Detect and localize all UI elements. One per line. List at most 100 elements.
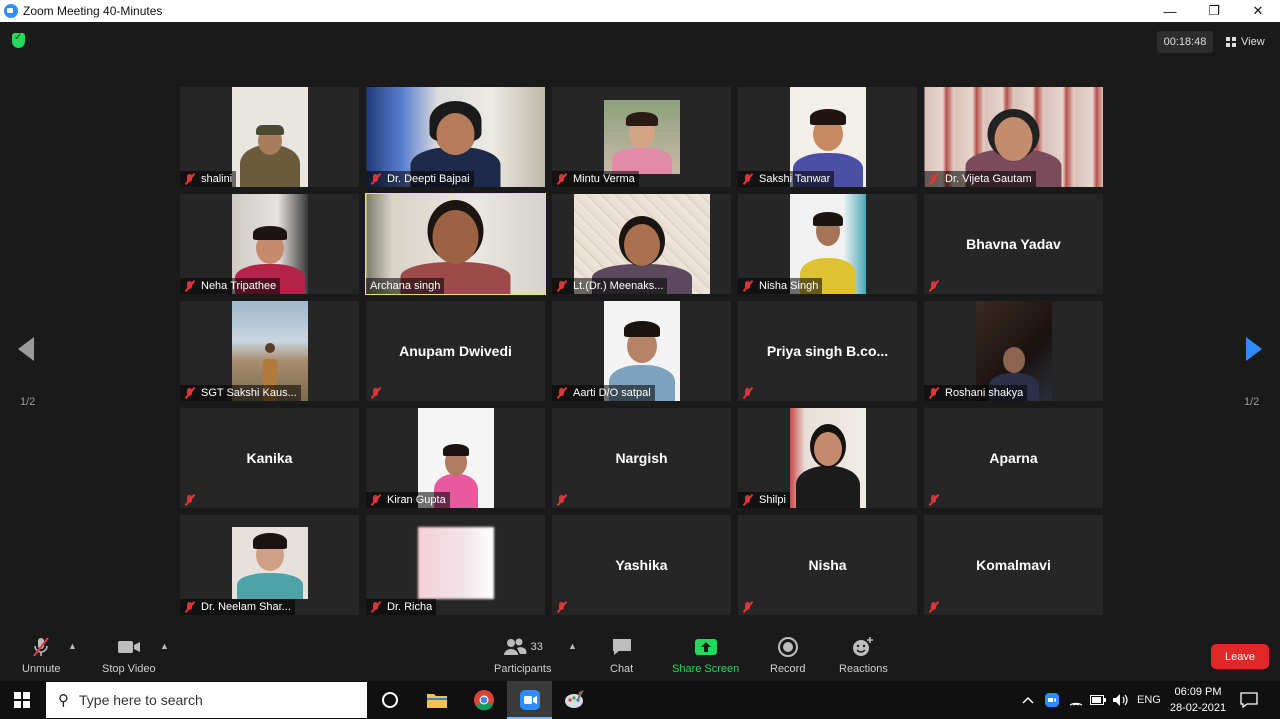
stop-video-label: Stop Video — [102, 663, 156, 675]
participant-tile[interactable]: shalini — [180, 87, 359, 187]
participant-namebar: Dr. Vijeta Gautam — [924, 171, 1036, 187]
participant-tile[interactable]: Nisha — [738, 515, 917, 615]
notifications-icon[interactable] — [1240, 681, 1258, 719]
security-shield-icon[interactable] — [12, 32, 25, 48]
participant-video — [789, 408, 866, 508]
participant-tile[interactable]: SGT Sakshi Kaus... — [180, 301, 359, 401]
participant-name-large: Nisha — [808, 557, 847, 573]
share-screen-icon — [694, 635, 718, 659]
reactions-button[interactable]: Reactions — [839, 635, 888, 675]
meeting-toolbar: Unmute ▲ Stop Video ▲ 33 Participants ▲ … — [0, 631, 1280, 681]
participant-video — [603, 100, 680, 174]
taskbar-search-box[interactable]: ⚲ Type here to search — [46, 682, 367, 718]
participant-namebar: Nisha Singh — [738, 278, 823, 294]
participant-name: Aarti D/O satpal — [573, 387, 651, 399]
participant-tile[interactable]: Bhavna Yadav — [924, 194, 1103, 294]
participant-namebar: Roshani shakya — [924, 385, 1028, 401]
file-explorer-icon[interactable] — [424, 687, 450, 713]
participant-name: Archana singh — [370, 280, 441, 292]
participant-tile-active-speaker[interactable]: Archana singh — [365, 193, 546, 295]
participant-namebar: Dr. Neelam Shar... — [180, 599, 295, 615]
zoom-app-icon — [4, 4, 18, 18]
participant-tile[interactable]: Dr. Richa — [366, 515, 545, 615]
close-button[interactable]: ✕ — [1236, 0, 1280, 22]
participant-tile[interactable]: Aparna — [924, 408, 1103, 508]
grid-view-icon — [1226, 37, 1236, 47]
volume-icon[interactable] — [1112, 681, 1128, 719]
view-label: View — [1241, 36, 1265, 48]
zoom-tray-icon[interactable] — [1045, 681, 1059, 719]
taskbar-clock[interactable]: 06:09 PM 28-02-2021 — [1166, 684, 1230, 716]
participant-namebar: Sakshi Tanwar — [738, 171, 835, 187]
participant-tile[interactable]: Mintu Verma — [552, 87, 731, 187]
participant-namebar: Aarti D/O satpal — [552, 385, 655, 401]
stop-video-button[interactable]: Stop Video — [102, 635, 156, 675]
view-button[interactable]: View — [1226, 31, 1265, 53]
participants-options-chevron-up-icon[interactable]: ▲ — [568, 641, 577, 651]
participant-tile[interactable]: Sakshi Tanwar — [738, 87, 917, 187]
record-icon — [777, 635, 799, 659]
participant-video — [231, 87, 308, 187]
chat-button[interactable]: Chat — [610, 635, 633, 675]
participant-namebar: SGT Sakshi Kaus... — [180, 385, 301, 401]
window-titlebar: Zoom Meeting 40-Minutes — ❐ ✕ — [0, 0, 1280, 22]
share-screen-label: Share Screen — [672, 663, 740, 675]
participants-button[interactable]: 33 Participants — [494, 635, 551, 675]
muted-mic-icon — [742, 173, 754, 185]
video-camera-icon — [116, 635, 142, 659]
participant-name: Roshani shakya — [945, 387, 1024, 399]
window-controls: — ❐ ✕ — [1148, 0, 1280, 22]
share-screen-button[interactable]: Share Screen — [672, 635, 739, 675]
participant-tile[interactable]: Aarti D/O satpal — [552, 301, 731, 401]
leave-button[interactable]: Leave — [1211, 644, 1269, 669]
participant-name: Shilpi — [759, 494, 786, 506]
participant-tile[interactable]: Anupam Dwivedi — [366, 301, 545, 401]
participant-tile[interactable]: Priya singh B.co... — [738, 301, 917, 401]
show-hidden-icons-chevron-icon[interactable] — [1022, 681, 1034, 719]
participant-tile[interactable]: Lt.(Dr.) Meenaks... — [552, 194, 731, 294]
participant-tile[interactable]: Kanika — [180, 408, 359, 508]
gallery-grid: shalini Dr. Deepti Bajpai Mintu Verma Sa… — [180, 87, 1103, 615]
participant-namebar — [180, 492, 205, 508]
participant-tile[interactable]: Roshani shakya — [924, 301, 1103, 401]
participant-name-large: Kanika — [246, 450, 293, 466]
participant-namebar — [738, 385, 763, 401]
input-language[interactable]: ENG — [1137, 681, 1161, 719]
paint-app-icon[interactable] — [562, 687, 588, 713]
participant-tile[interactable]: Nargish — [552, 408, 731, 508]
minimize-button[interactable]: — — [1148, 0, 1192, 22]
chrome-browser-icon[interactable] — [471, 687, 497, 713]
task-view-icon[interactable] — [377, 687, 403, 713]
muted-mic-icon — [556, 387, 568, 399]
participant-name: Sakshi Tanwar — [759, 173, 831, 185]
participant-tile[interactable]: Dr. Deepti Bajpai — [366, 87, 545, 187]
restore-button[interactable]: ❐ — [1192, 0, 1236, 22]
video-options-chevron-up-icon[interactable]: ▲ — [160, 641, 169, 651]
participant-namebar — [924, 492, 949, 508]
battery-icon[interactable] — [1090, 681, 1106, 719]
search-icon: ⚲ — [58, 692, 69, 709]
muted-mic-icon — [370, 173, 382, 185]
participant-tile[interactable]: Dr. Neelam Shar... — [180, 515, 359, 615]
next-page-arrow-icon[interactable] — [1246, 337, 1262, 361]
unmute-button[interactable]: Unmute — [22, 635, 61, 675]
participant-tile[interactable]: Yashika — [552, 515, 731, 615]
muted-mic-icon — [370, 387, 382, 399]
record-button[interactable]: Record — [770, 635, 805, 675]
participant-tile[interactable]: Neha Tripathee — [180, 194, 359, 294]
participant-tile[interactable]: Kiran Gupta — [366, 408, 545, 508]
participant-tile[interactable]: Dr. Vijeta Gautam — [924, 87, 1103, 187]
participant-namebar: Shilpi — [738, 492, 790, 508]
participant-tile[interactable]: Nisha Singh — [738, 194, 917, 294]
previous-page-arrow-icon[interactable] — [18, 337, 34, 361]
windows-start-icon[interactable] — [14, 692, 30, 708]
audio-options-chevron-up-icon[interactable]: ▲ — [68, 641, 77, 651]
participant-tile[interactable]: Komalmavi — [924, 515, 1103, 615]
participant-tile[interactable]: Shilpi — [738, 408, 917, 508]
zoom-taskbar-icon[interactable] — [517, 687, 543, 713]
wifi-icon[interactable] — [1069, 681, 1083, 719]
reactions-label: Reactions — [839, 663, 888, 675]
participants-count: 33 — [530, 641, 543, 653]
participant-name: Dr. Richa — [387, 601, 433, 613]
participant-name-large: Komalmavi — [976, 557, 1051, 573]
